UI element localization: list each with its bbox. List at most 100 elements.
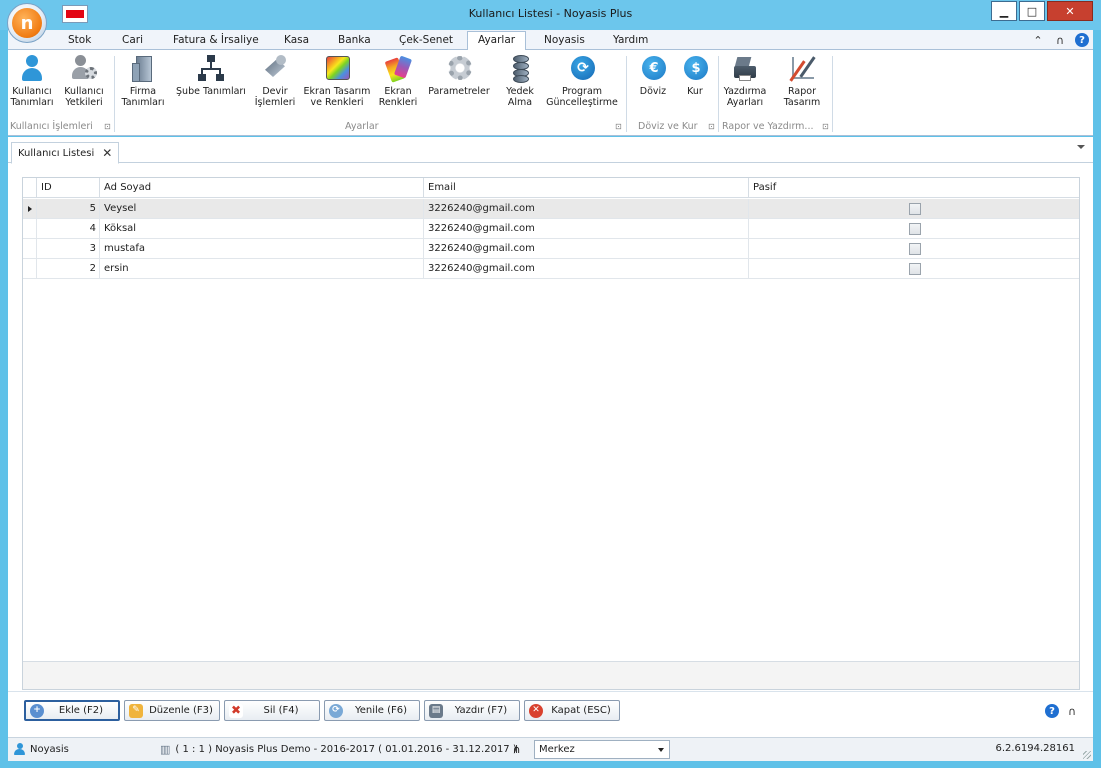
- button-label: Tasarım: [783, 97, 821, 108]
- edit-button[interactable]: ✎ Düzenle (F3): [124, 700, 220, 721]
- pasif-checkbox[interactable]: [909, 243, 921, 255]
- program-guncelleme-button[interactable]: ⟳ Program Güncelleştirme: [542, 53, 622, 108]
- firma-tanimlari-button[interactable]: Firma Tanımları: [120, 53, 166, 108]
- print-button[interactable]: ▤ Yazdır (F7): [424, 700, 520, 721]
- gear-icon: [445, 53, 473, 83]
- devir-islemleri-button[interactable]: Devir İşlemleri: [253, 53, 297, 108]
- button-label: Devir: [262, 86, 288, 97]
- support-headset-icon[interactable]: ∩: [1065, 704, 1079, 718]
- tab-stok[interactable]: Stok: [68, 33, 91, 50]
- tab-noyasis[interactable]: Noyasis: [544, 33, 585, 50]
- button-label: İşlemleri: [254, 97, 296, 108]
- cell-email: 3226240@gmail.com: [424, 219, 749, 239]
- collapse-ribbon-icon[interactable]: ⌃: [1031, 33, 1045, 47]
- refresh-button[interactable]: ⟳ Yenile (F6): [324, 700, 420, 721]
- help-icon[interactable]: ?: [1045, 704, 1059, 718]
- tab-fatura-irsaliye[interactable]: Fatura & İrsaliye: [173, 33, 259, 50]
- palette-icon: [384, 53, 413, 83]
- tab-cari[interactable]: Cari: [122, 33, 143, 50]
- group-separator: [114, 56, 115, 132]
- ekran-renkleri-button[interactable]: Ekran Renkleri: [376, 53, 420, 108]
- cell-ad-soyad: mustafa: [100, 239, 424, 259]
- kullanici-yetkileri-button[interactable]: Kullanıcı Yetkileri: [60, 53, 108, 108]
- ribbon-tab-strip: Stok Cari Fatura & İrsaliye Kasa Banka Ç…: [8, 30, 1093, 51]
- app-menu-button[interactable]: n: [7, 3, 47, 43]
- column-header-ad-soyad[interactable]: Ad Soyad: [100, 178, 424, 198]
- tab-yardim[interactable]: Yardım: [613, 33, 648, 50]
- tab-kullanici-listesi[interactable]: Kullanıcı Listesi ✕: [11, 142, 120, 164]
- cell-ad-soyad: ersin: [100, 259, 424, 279]
- button-label: Rapor: [788, 86, 816, 97]
- group-launcher-icon[interactable]: ⊡: [822, 122, 829, 131]
- kullanici-tanimlari-button[interactable]: Kullanıcı Tanımları: [10, 53, 54, 108]
- printer-icon: [731, 53, 759, 83]
- sube-tanimlari-button[interactable]: Şube Tanımları: [174, 53, 248, 97]
- add-button[interactable]: + Ekle (F2): [24, 700, 120, 721]
- language-flag-button[interactable]: [62, 5, 88, 23]
- group-separator: [832, 56, 833, 132]
- maximize-button[interactable]: □: [1019, 1, 1045, 21]
- help-icon[interactable]: ?: [1075, 33, 1089, 47]
- table-row[interactable]: 4 Köksal 3226240@gmail.com: [23, 219, 1079, 239]
- screen-design-icon: [323, 53, 351, 83]
- support-headset-icon[interactable]: ∩: [1053, 33, 1067, 47]
- title-bar[interactable]: Kullanıcı Listesi - Noyasis Plus ▁ □ ✕: [0, 0, 1101, 30]
- cell-id: 5: [37, 199, 100, 219]
- yazdirma-ayarlari-button[interactable]: Yazdırma Ayarları: [720, 53, 770, 108]
- yedek-alma-button[interactable]: Yedek Alma: [498, 53, 542, 108]
- rapor-tasarim-button[interactable]: Rapor Tasarım: [778, 53, 826, 108]
- button-label: Renkleri: [378, 97, 418, 108]
- pasif-checkbox[interactable]: [909, 263, 921, 275]
- cell-email: 3226240@gmail.com: [424, 259, 749, 279]
- close-window-button[interactable]: ✕: [1047, 1, 1093, 21]
- tab-banka[interactable]: Banka: [338, 33, 371, 50]
- ekran-tasarim-button[interactable]: Ekran Tasarım ve Renkleri: [302, 53, 372, 108]
- cell-pasif: [749, 259, 1079, 279]
- kur-button[interactable]: $ Kur: [678, 53, 712, 97]
- column-header-pasif[interactable]: Pasif: [749, 178, 1079, 198]
- pasif-checkbox[interactable]: [909, 223, 921, 235]
- branch-tree-icon: ⋔: [512, 743, 522, 756]
- building-icon: [129, 53, 157, 83]
- user-grid[interactable]: ID Ad Soyad Email Pasif 5 Veysel 3226240…: [22, 177, 1080, 690]
- dollar-icon: $: [681, 53, 709, 83]
- button-label: Program: [561, 86, 603, 97]
- button-label: Şube Tanımları: [176, 86, 246, 97]
- table-row[interactable]: 2 ersin 3226240@gmail.com: [23, 259, 1079, 279]
- app-window: Kullanıcı Listesi - Noyasis Plus ▁ □ ✕ n…: [0, 0, 1101, 768]
- group-launcher-icon[interactable]: ⊡: [708, 122, 715, 131]
- minimize-button[interactable]: ▁: [991, 1, 1017, 21]
- bottom-right-tools: ? ∩: [1045, 704, 1079, 718]
- close-circle-icon: ✕: [529, 703, 543, 718]
- delete-button[interactable]: ✖ Sil (F4): [224, 700, 320, 721]
- branch-select[interactable]: Merkez: [534, 740, 670, 759]
- button-label: Ayarları: [726, 97, 764, 108]
- pasif-checkbox[interactable]: [909, 203, 921, 215]
- edit-button-label: Düzenle (F3): [149, 705, 213, 716]
- tab-cek-senet[interactable]: Çek-Senet: [399, 33, 453, 50]
- group-launcher-icon[interactable]: ⊡: [104, 122, 111, 131]
- flag-icon: [66, 10, 84, 18]
- update-icon: ⟳: [568, 53, 596, 83]
- refresh-button-label: Yenile (F6): [354, 705, 408, 716]
- cell-ad-soyad: Köksal: [100, 219, 424, 239]
- chevron-down-icon[interactable]: [1077, 145, 1085, 149]
- grid-header: ID Ad Soyad Email Pasif: [23, 178, 1079, 198]
- resize-grip[interactable]: [1083, 751, 1091, 759]
- status-bar: Noyasis ▥ ( 1 : 1 ) Noyasis Plus Demo - …: [8, 737, 1093, 761]
- tab-kasa[interactable]: Kasa: [284, 33, 309, 50]
- group-launcher-icon[interactable]: ⊡: [615, 122, 622, 131]
- column-header-email[interactable]: Email: [424, 178, 749, 198]
- tab-ayarlar[interactable]: Ayarlar: [467, 31, 527, 51]
- table-row[interactable]: 5 Veysel 3226240@gmail.com: [23, 199, 1079, 219]
- parametreler-button[interactable]: Parametreler: [426, 53, 492, 97]
- add-button-label: Ekle (F2): [58, 705, 104, 716]
- doviz-button[interactable]: € Döviz: [634, 53, 672, 97]
- table-row[interactable]: 3 mustafa 3226240@gmail.com: [23, 239, 1079, 259]
- close-icon[interactable]: ✕: [102, 144, 112, 163]
- grid-footer: [23, 661, 1079, 689]
- status-company-text: ( 1 : 1 ) Noyasis Plus Demo - 2016-2017 …: [175, 744, 517, 755]
- user-icon: [18, 53, 46, 83]
- close-button[interactable]: ✕ Kapat (ESC): [524, 700, 620, 721]
- column-header-id[interactable]: ID: [37, 178, 100, 198]
